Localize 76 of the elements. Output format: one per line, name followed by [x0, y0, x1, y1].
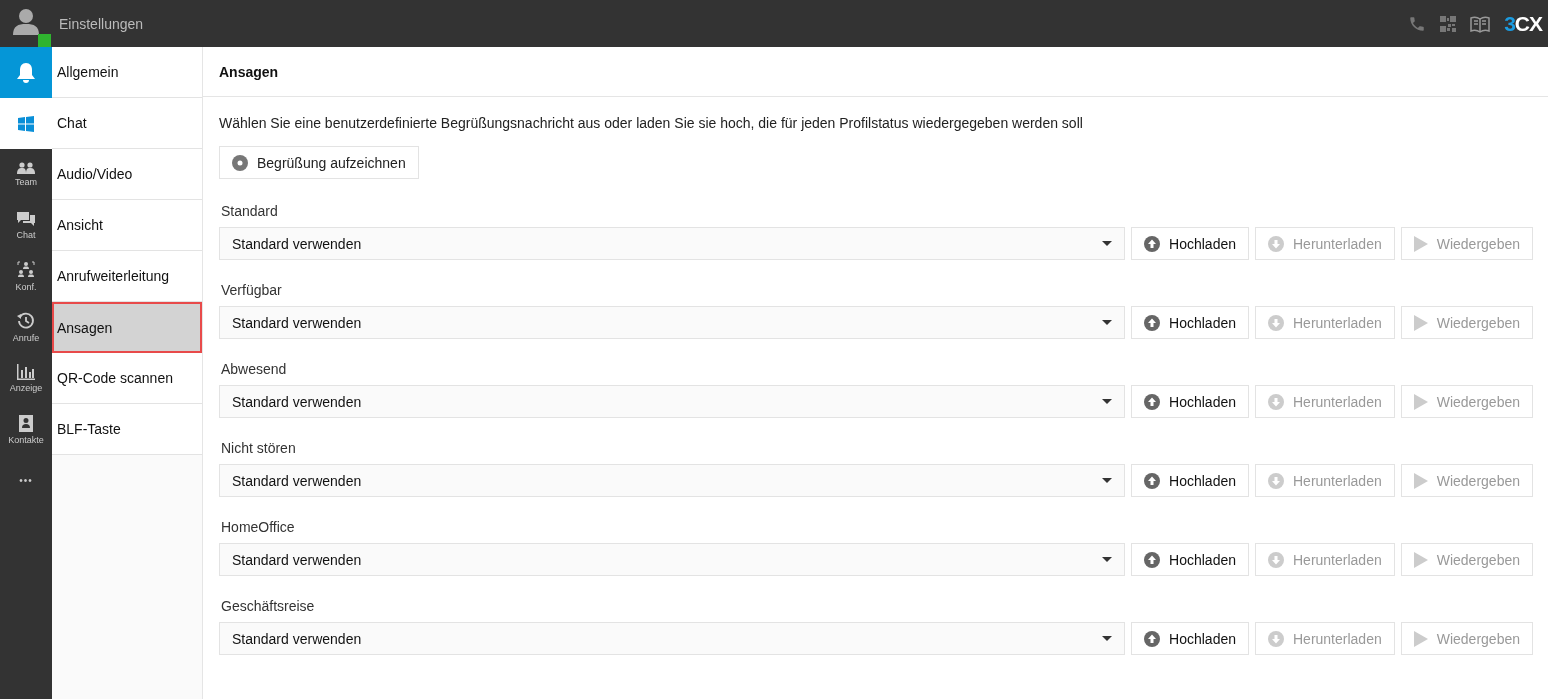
rail-button[interactable]: Team — [0, 149, 52, 200]
play-icon — [1413, 551, 1428, 568]
dropdown[interactable]: Standard verwenden — [219, 227, 1126, 260]
qr-code-icon[interactable] — [1440, 15, 1457, 32]
book-icon[interactable] — [1470, 14, 1491, 33]
download-icon — [1268, 630, 1284, 647]
menu-item[interactable]: Ansicht — [52, 200, 202, 251]
more-button[interactable]: ••• — [19, 475, 33, 486]
rail-button[interactable]: Konf. — [0, 251, 52, 302]
menu-item[interactable]: Ansagen — [52, 302, 202, 353]
upload-icon — [1144, 314, 1161, 331]
download-icon — [1268, 551, 1284, 568]
menu-item[interactable]: QR-Code scannen — [52, 353, 202, 404]
bar-chart-icon — [17, 364, 35, 380]
caret-icon — [1102, 241, 1113, 246]
menu-item[interactable]: BLF-Taste — [52, 404, 202, 455]
menu-item[interactable]: Anrufweiterleitung — [52, 251, 202, 302]
caret-icon — [1102, 557, 1113, 562]
play-icon — [1413, 393, 1428, 410]
avatar-icon[interactable] — [12, 6, 40, 35]
field-label: Standard — [220, 203, 279, 219]
bell-icon — [16, 61, 36, 84]
play-icon — [1413, 235, 1428, 252]
record-greeting-button[interactable]: Begrüßung aufzeichnen — [219, 146, 419, 179]
chat-bubbles-icon — [17, 211, 35, 227]
rail-button[interactable]: Kontakte — [0, 404, 52, 455]
upload-button[interactable]: Hochladen — [1131, 227, 1249, 260]
record-icon — [232, 154, 248, 171]
dropdown[interactable]: Standard verwenden — [219, 385, 1126, 418]
play-icon — [1413, 314, 1428, 331]
upload-icon — [1144, 472, 1161, 489]
dropdown[interactable]: Standard verwenden — [219, 464, 1126, 497]
windows-icon — [18, 115, 34, 132]
download-icon — [1268, 235, 1284, 252]
download-icon — [1268, 472, 1284, 489]
rail-button[interactable]: Chat — [0, 200, 52, 251]
section-title: Ansagen — [219, 63, 279, 80]
menu-item[interactable]: Audio/Video — [52, 149, 202, 200]
play-icon — [1413, 630, 1428, 647]
description-text: Wählen Sie eine benutzerdefinierte Begrüßungsnachricht aus oder laden Sie sie hoch, die für jeden Profilstatus wiedergegeben werden soll — [219, 115, 1084, 131]
download-icon — [1268, 314, 1284, 331]
upload-icon — [1144, 235, 1161, 252]
upload-icon — [1144, 393, 1161, 410]
menu-item[interactable]: Allgemein — [52, 47, 202, 98]
caret-icon — [1102, 320, 1113, 325]
rail-button[interactable]: Anzeige — [0, 353, 52, 404]
caret-icon — [1102, 478, 1113, 483]
upload-button[interactable]: Hochladen — [1131, 464, 1249, 497]
field-label: HomeOffice — [220, 519, 296, 535]
field-label: Geschäftsreise — [220, 598, 316, 614]
phone-icon[interactable] — [1408, 14, 1427, 33]
contact-card-icon — [19, 414, 33, 432]
upload-button[interactable]: Hochladen — [1131, 622, 1249, 655]
people-icon — [17, 162, 35, 174]
menu-item[interactable]: Chat — [52, 98, 202, 149]
caret-icon — [1102, 636, 1113, 641]
status-indicator — [38, 34, 51, 47]
page-title: Einstellungen — [59, 15, 145, 32]
dropdown[interactable]: Standard verwenden — [219, 622, 1126, 655]
download-icon — [1268, 393, 1284, 410]
dropdown[interactable]: Standard verwenden — [219, 543, 1126, 576]
history-icon — [17, 312, 35, 330]
field-label: Nicht stören — [220, 440, 297, 456]
brand-logo: 3CX — [1504, 11, 1542, 36]
rail-button[interactable]: Anrufe — [0, 302, 52, 353]
play-icon — [1413, 472, 1428, 489]
upload-button[interactable]: Hochladen — [1131, 306, 1249, 339]
caret-icon — [1102, 399, 1113, 404]
dropdown[interactable]: Standard verwenden — [219, 306, 1126, 339]
conference-icon — [17, 261, 35, 279]
upload-button[interactable]: Hochladen — [1131, 543, 1249, 576]
field-label: Verfügbar — [220, 282, 283, 298]
upload-icon — [1144, 630, 1161, 647]
upload-icon — [1144, 551, 1161, 568]
field-label: Abwesend — [220, 361, 288, 377]
upload-button[interactable]: Hochladen — [1131, 385, 1249, 418]
